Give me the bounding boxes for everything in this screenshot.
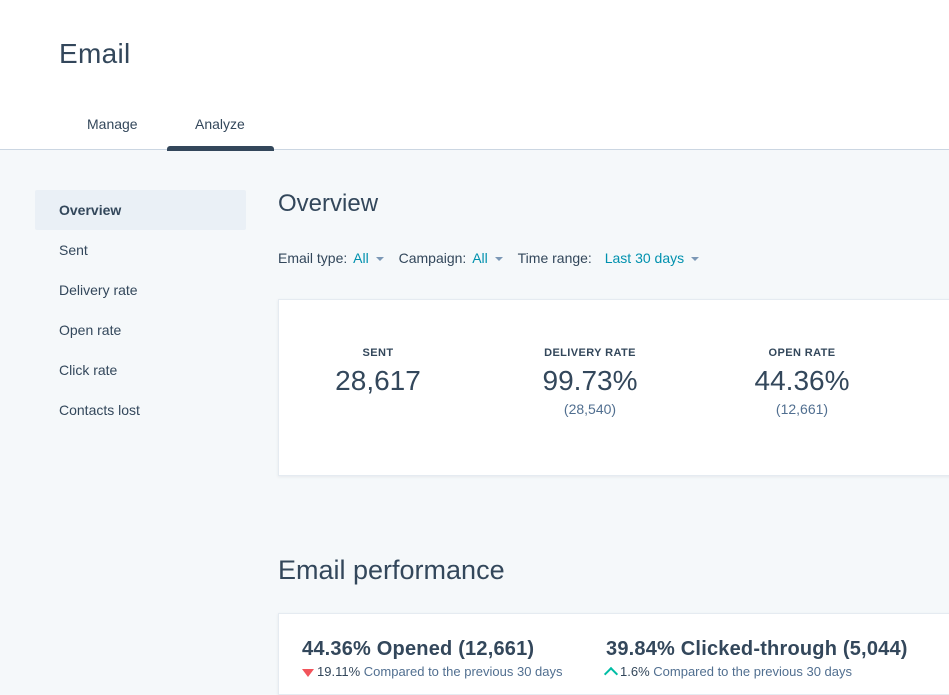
caret-down-icon [375, 257, 384, 262]
active-tab-indicator [167, 146, 274, 151]
email-performance-title: Email performance [278, 555, 505, 585]
page-header: Email Manage Analyze [0, 0, 949, 151]
stat-count: (28,540) [563, 401, 617, 417]
overview-title: Overview [278, 190, 379, 217]
stat-value: 44.36% [754, 365, 850, 396]
stat-value: 99.73% [542, 365, 638, 396]
page-title: Email [59, 38, 131, 69]
campaign-dropdown[interactable]: All [472, 250, 503, 266]
filter-bar: Email type: All Campaign: All Time range… [278, 250, 710, 266]
campaign-value: All [472, 250, 488, 266]
email-type-value: All [353, 250, 369, 266]
email-type-label: Email type: [278, 250, 348, 266]
sidebar-item-sent[interactable]: Sent [35, 230, 246, 270]
opened-metric: 44.36% Opened (12,661) 19.11% Compared t… [302, 638, 563, 679]
performance-card: 44.36% Opened (12,661) 19.11% Compared t… [278, 613, 949, 695]
opened-title: 44.36% Opened (12,661) [302, 638, 535, 660]
time-range-dropdown[interactable]: Last 30 days [604, 250, 700, 266]
tab-analyze[interactable]: Analyze [195, 116, 245, 132]
email-type-dropdown[interactable]: All [353, 250, 384, 266]
caret-down-icon [691, 257, 700, 262]
arrow-down-icon [302, 668, 314, 677]
sidebar-item-overview[interactable]: Overview [35, 190, 246, 230]
stat-label: OPEN RATE [768, 347, 836, 359]
stat-label: SENT [362, 347, 394, 359]
email-type-filter: Email type: All [278, 250, 384, 266]
stat-value: 28,617 [335, 365, 421, 396]
tab-manage[interactable]: Manage [87, 116, 138, 132]
sidebar-nav: Overview Sent Delivery rate Open rate Cl… [35, 190, 246, 430]
sidebar-item-click-rate[interactable]: Click rate [35, 350, 246, 390]
campaign-filter: Campaign: All [399, 250, 503, 266]
stat-sent: SENT 28,617 [293, 347, 463, 397]
stat-open-rate: OPEN RATE 44.36% (12,661) [717, 347, 887, 417]
time-range-label: Time range: [517, 250, 592, 266]
campaign-label: Campaign: [398, 250, 467, 266]
arrow-up-icon [603, 666, 619, 682]
time-range-filter: Time range: Last 30 days [517, 250, 700, 266]
clicked-metric: 39.84% Clicked-through (5,044) 1.6% Comp… [603, 638, 908, 682]
stat-label: DELIVERY RATE [544, 347, 636, 359]
stat-delivery-rate: DELIVERY RATE 99.73% (28,540) [505, 347, 675, 417]
stat-count: (12,661) [775, 401, 829, 417]
caret-down-icon [494, 257, 503, 262]
clicked-title: 39.84% Clicked-through (5,044) [606, 638, 908, 660]
time-range-value: Last 30 days [604, 250, 685, 266]
overview-stats-card: SENT 28,617 DELIVERY RATE 99.73% (28,540… [278, 299, 949, 476]
sidebar-item-contacts-lost[interactable]: Contacts lost [35, 390, 246, 430]
sidebar-item-delivery-rate[interactable]: Delivery rate [35, 270, 246, 310]
sidebar-item-open-rate[interactable]: Open rate [35, 310, 246, 350]
